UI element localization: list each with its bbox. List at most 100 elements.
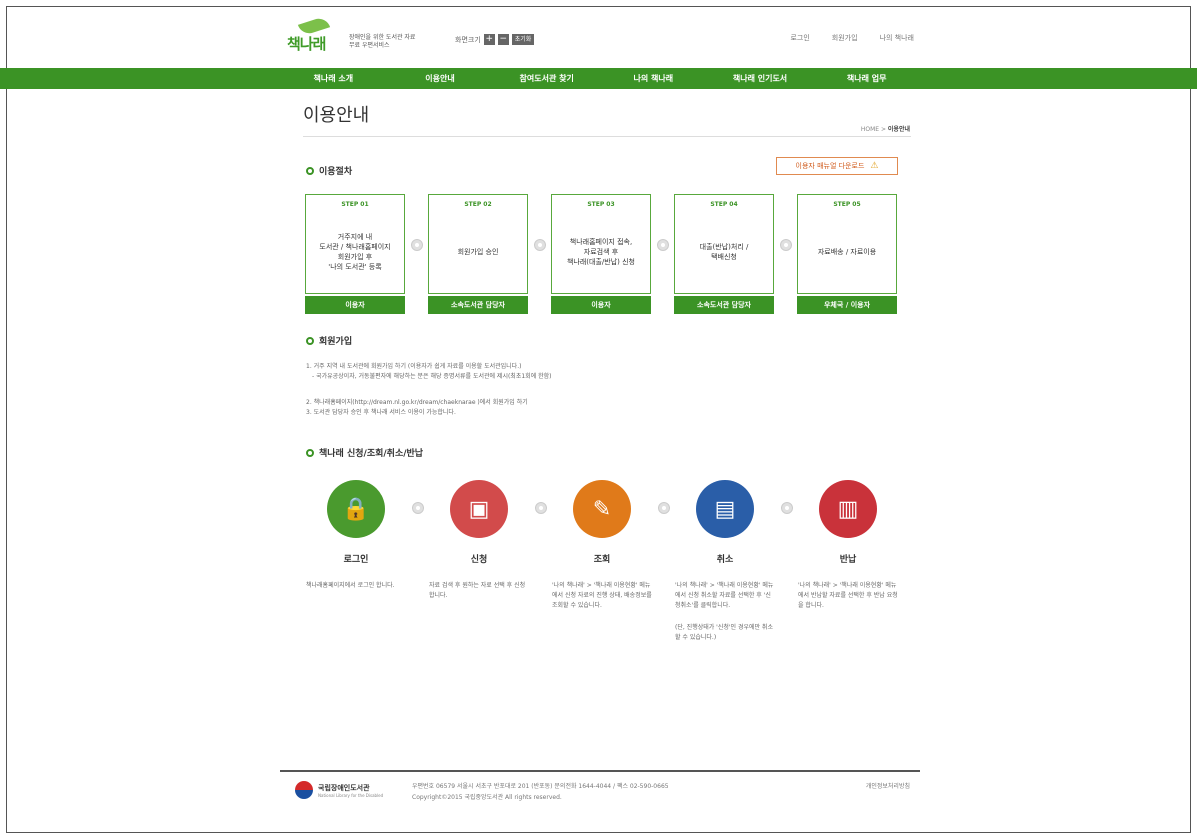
step-description: 책나래홈페이지 접속, 자료검색 후 책나래(대출/반납) 신청 bbox=[566, 238, 635, 266]
breadcrumb-separator: > bbox=[880, 126, 886, 133]
service-step-title: 신청 bbox=[470, 555, 488, 565]
join-line: 2. 책나래홈페이지(http://dream.nl.go.kr/dream/c… bbox=[306, 399, 528, 406]
manual-download-label: 이용자 매뉴얼 다운로드 bbox=[795, 162, 865, 170]
books-icon: ▥ bbox=[819, 480, 877, 538]
step-role: 우체국 / 이용자 bbox=[797, 296, 897, 314]
step-arrow-icon bbox=[534, 239, 546, 251]
nav-item-libraries[interactable]: 참여도서관 찾기 bbox=[493, 73, 600, 84]
footer-copyright: Copyright©2015 국립중앙도서관 All rights reserv… bbox=[412, 794, 562, 801]
flow-arrow-icon bbox=[658, 502, 670, 514]
nav-item-guide[interactable]: 이용안내 bbox=[387, 73, 494, 84]
privacy-policy-link[interactable]: 개인정보처리방침 bbox=[826, 781, 910, 790]
service-flow: 🔒 로그인책나래홈페이지에서 로그인 합니다. ▣ 신청자료 검색 후 원하는 자료 … bbox=[306, 480, 906, 690]
footer-address: 우편번호 06579 서울시 서초구 반포대로 201 (반포동) 문의전화 1… bbox=[412, 781, 669, 803]
step-role: 이용자 bbox=[305, 296, 405, 314]
font-size-control: 화면크기 + − 초기화 bbox=[455, 34, 535, 45]
step-description: 회원가입 승인 bbox=[457, 248, 499, 256]
service-step-description: 책나래홈페이지에서 로그인 합니다. bbox=[306, 582, 395, 589]
step-card: STEP 05 자료배송 / 자료이용 우체국 / 이용자 bbox=[797, 194, 897, 314]
leaf-icon: 책나래 bbox=[287, 15, 339, 53]
my-chaeknarae-link[interactable]: 나의 책나래 bbox=[880, 33, 914, 43]
step-role: 이용자 bbox=[551, 296, 651, 314]
process-steps: STEP 01 거주지에 내 도서관 / 책나래홈페이지 회원가입 후 '나의 도… bbox=[305, 194, 897, 314]
step-number: STEP 04 bbox=[710, 201, 738, 208]
service-step-description: '나의 책나래' > '책나래 이용현황' 메뉴에서 반납할 자료를 선택한 후… bbox=[798, 582, 898, 609]
service-step-title: 조회 bbox=[593, 555, 611, 565]
flow-arrow-icon bbox=[535, 502, 547, 514]
footer-org-name: 국립장애인도서관 bbox=[318, 783, 370, 792]
step-number: STEP 05 bbox=[833, 201, 861, 208]
service-step-title: 취소 bbox=[716, 555, 734, 565]
join-heading: 회원가입 bbox=[306, 334, 352, 347]
service-step-description: 자료 검색 후 원하는 자료 선택 후 신청합니다. bbox=[429, 582, 526, 599]
service-step: ▥ 반납 '나의 책나래' > '책나래 이용현황' 메뉴에서 반납할 자료를 선택… bbox=[798, 480, 898, 611]
bullet-icon bbox=[306, 448, 314, 457]
logo-text: 책나래 bbox=[287, 35, 326, 53]
service-step-note: (단, 진행상태가 '신청'인 경우에만 취소할 수 있습니다.) bbox=[675, 624, 773, 641]
service-step: ▤ 취소 '나의 책나래' > '책나래 이용현황' 메뉴에서 신청 취소할 자료를… bbox=[675, 480, 775, 643]
breadcrumb-current: 이용안내 bbox=[887, 126, 910, 133]
title-divider bbox=[303, 136, 911, 137]
step-number: STEP 02 bbox=[464, 201, 492, 208]
page-title: 이용안내 bbox=[303, 105, 370, 126]
nav-item-popular[interactable]: 책나래 인기도서 bbox=[707, 73, 814, 84]
service-heading: 책나래 신청/조회/취소/반납 bbox=[306, 446, 423, 459]
service-step-description: '나의 책나래' > '책나래 이용현황' 메뉴에서 신청 자료의 진행 상태,… bbox=[552, 582, 652, 609]
process-heading: 이용절차 bbox=[306, 164, 352, 177]
step-card: STEP 03 책나래홈페이지 접속, 자료검색 후 책나래(대출/반납) 신청 … bbox=[551, 194, 651, 314]
font-increase-button[interactable]: + bbox=[483, 34, 495, 45]
step-card: STEP 01 거주지에 내 도서관 / 책나래홈페이지 회원가입 후 '나의 도… bbox=[305, 194, 405, 314]
service-step-title: 로그인 bbox=[343, 555, 369, 565]
step-card: STEP 04 대출(반납)처리 / 택배신청 소속도서관 담당자 bbox=[674, 194, 774, 314]
join-line: - 국가유공상이자, 거동불편자에 해당하는 분은 해당 증명서류를 도서관에 … bbox=[312, 373, 552, 380]
step-description: 대출(반납)처리 / 택배신청 bbox=[699, 243, 749, 261]
main-nav: 책나래 소개 이용안내 참여도서관 찾기 나의 책나래 책나래 인기도서 책나래… bbox=[0, 68, 1197, 89]
service-step: 🔒 로그인책나래홈페이지에서 로그인 합니다. bbox=[306, 480, 406, 591]
download-icon: ⚠ bbox=[870, 161, 879, 171]
bullet-icon bbox=[306, 336, 314, 345]
breadcrumb-home[interactable]: HOME bbox=[861, 126, 879, 133]
page-frame bbox=[6, 6, 1191, 833]
service-step-title: 반납 bbox=[839, 555, 857, 565]
footer-address-line: 우편번호 06579 서울시 서초구 반포대로 201 (반포동) 문의전화 1… bbox=[412, 783, 669, 790]
manual-download-button[interactable]: 이용자 매뉴얼 다운로드 ⚠ bbox=[776, 157, 898, 175]
font-decrease-button[interactable]: − bbox=[497, 34, 509, 45]
service-heading-text: 책나래 신청/조회/취소/반납 bbox=[319, 449, 424, 459]
step-arrow-icon bbox=[780, 239, 792, 251]
utility-links: 로그인 회원가입 나의 책나래 bbox=[790, 33, 914, 43]
join-line: 1. 거주 지역 내 도서관에 회원가입 하기 (이용자가 쉽게 자료를 이용할… bbox=[306, 363, 522, 370]
monitor-icon: ▣ bbox=[450, 480, 508, 538]
join-line: 3. 도서관 담당자 승인 후 책나래 서비스 이용이 가능합니다. bbox=[306, 409, 456, 416]
step-number: STEP 03 bbox=[587, 201, 615, 208]
nav-item-intro[interactable]: 책나래 소개 bbox=[280, 73, 387, 84]
footer-org-en: National Library for the Disabled bbox=[318, 792, 384, 798]
join-heading-text: 회원가입 bbox=[319, 337, 353, 347]
step-description: 자료배송 / 자료이용 bbox=[817, 248, 877, 256]
breadcrumb: HOME > 이용안내 bbox=[846, 124, 910, 133]
footer-logo: 국립장애인도서관 National Library for the Disabl… bbox=[295, 781, 383, 799]
join-instructions: 1. 거주 지역 내 도서관에 회원가입 하기 (이용자가 쉽게 자료를 이용할… bbox=[306, 362, 906, 418]
login-link[interactable]: 로그인 bbox=[790, 33, 809, 43]
document-cancel-icon: ▤ bbox=[696, 480, 754, 538]
font-size-label: 화면크기 bbox=[455, 35, 481, 44]
notebook-icon: ✎ bbox=[573, 480, 631, 538]
process-heading-text: 이용절차 bbox=[319, 167, 353, 177]
site-logo[interactable]: 책나래 장애인을 위한 도서관 자료 무료 우편서비스 bbox=[287, 15, 419, 53]
font-reset-button[interactable]: 초기화 bbox=[511, 34, 535, 45]
bullet-icon bbox=[306, 166, 314, 175]
flow-arrow-icon bbox=[412, 502, 424, 514]
flow-arrow-icon bbox=[781, 502, 793, 514]
lock-icon: 🔒 bbox=[327, 480, 385, 538]
site-header: 책나래 장애인을 위한 도서관 자료 무료 우편서비스 화면크기 + − 초기화… bbox=[0, 0, 1197, 68]
nav-item-work[interactable]: 책나래 업무 bbox=[813, 73, 920, 84]
step-role: 소속도서관 담당자 bbox=[428, 296, 528, 314]
nav-item-my[interactable]: 나의 책나래 bbox=[600, 73, 707, 84]
service-step: ✎ 조회 '나의 책나래' > '책나래 이용현황' 메뉴에서 신청 자료의 진행 … bbox=[552, 480, 652, 611]
step-role: 소속도서관 담당자 bbox=[674, 296, 774, 314]
footer-divider bbox=[280, 770, 920, 772]
signup-link[interactable]: 회원가입 bbox=[832, 33, 858, 43]
step-description: 거주지에 내 도서관 / 책나래홈페이지 회원가입 후 '나의 도서관' 등록 bbox=[319, 233, 391, 271]
step-card: STEP 02 회원가입 승인 소속도서관 담당자 bbox=[428, 194, 528, 314]
service-step-description: '나의 책나래' > '책나래 이용현황' 메뉴에서 신청 취소할 자료를 선택… bbox=[675, 582, 774, 609]
step-arrow-icon bbox=[657, 239, 669, 251]
